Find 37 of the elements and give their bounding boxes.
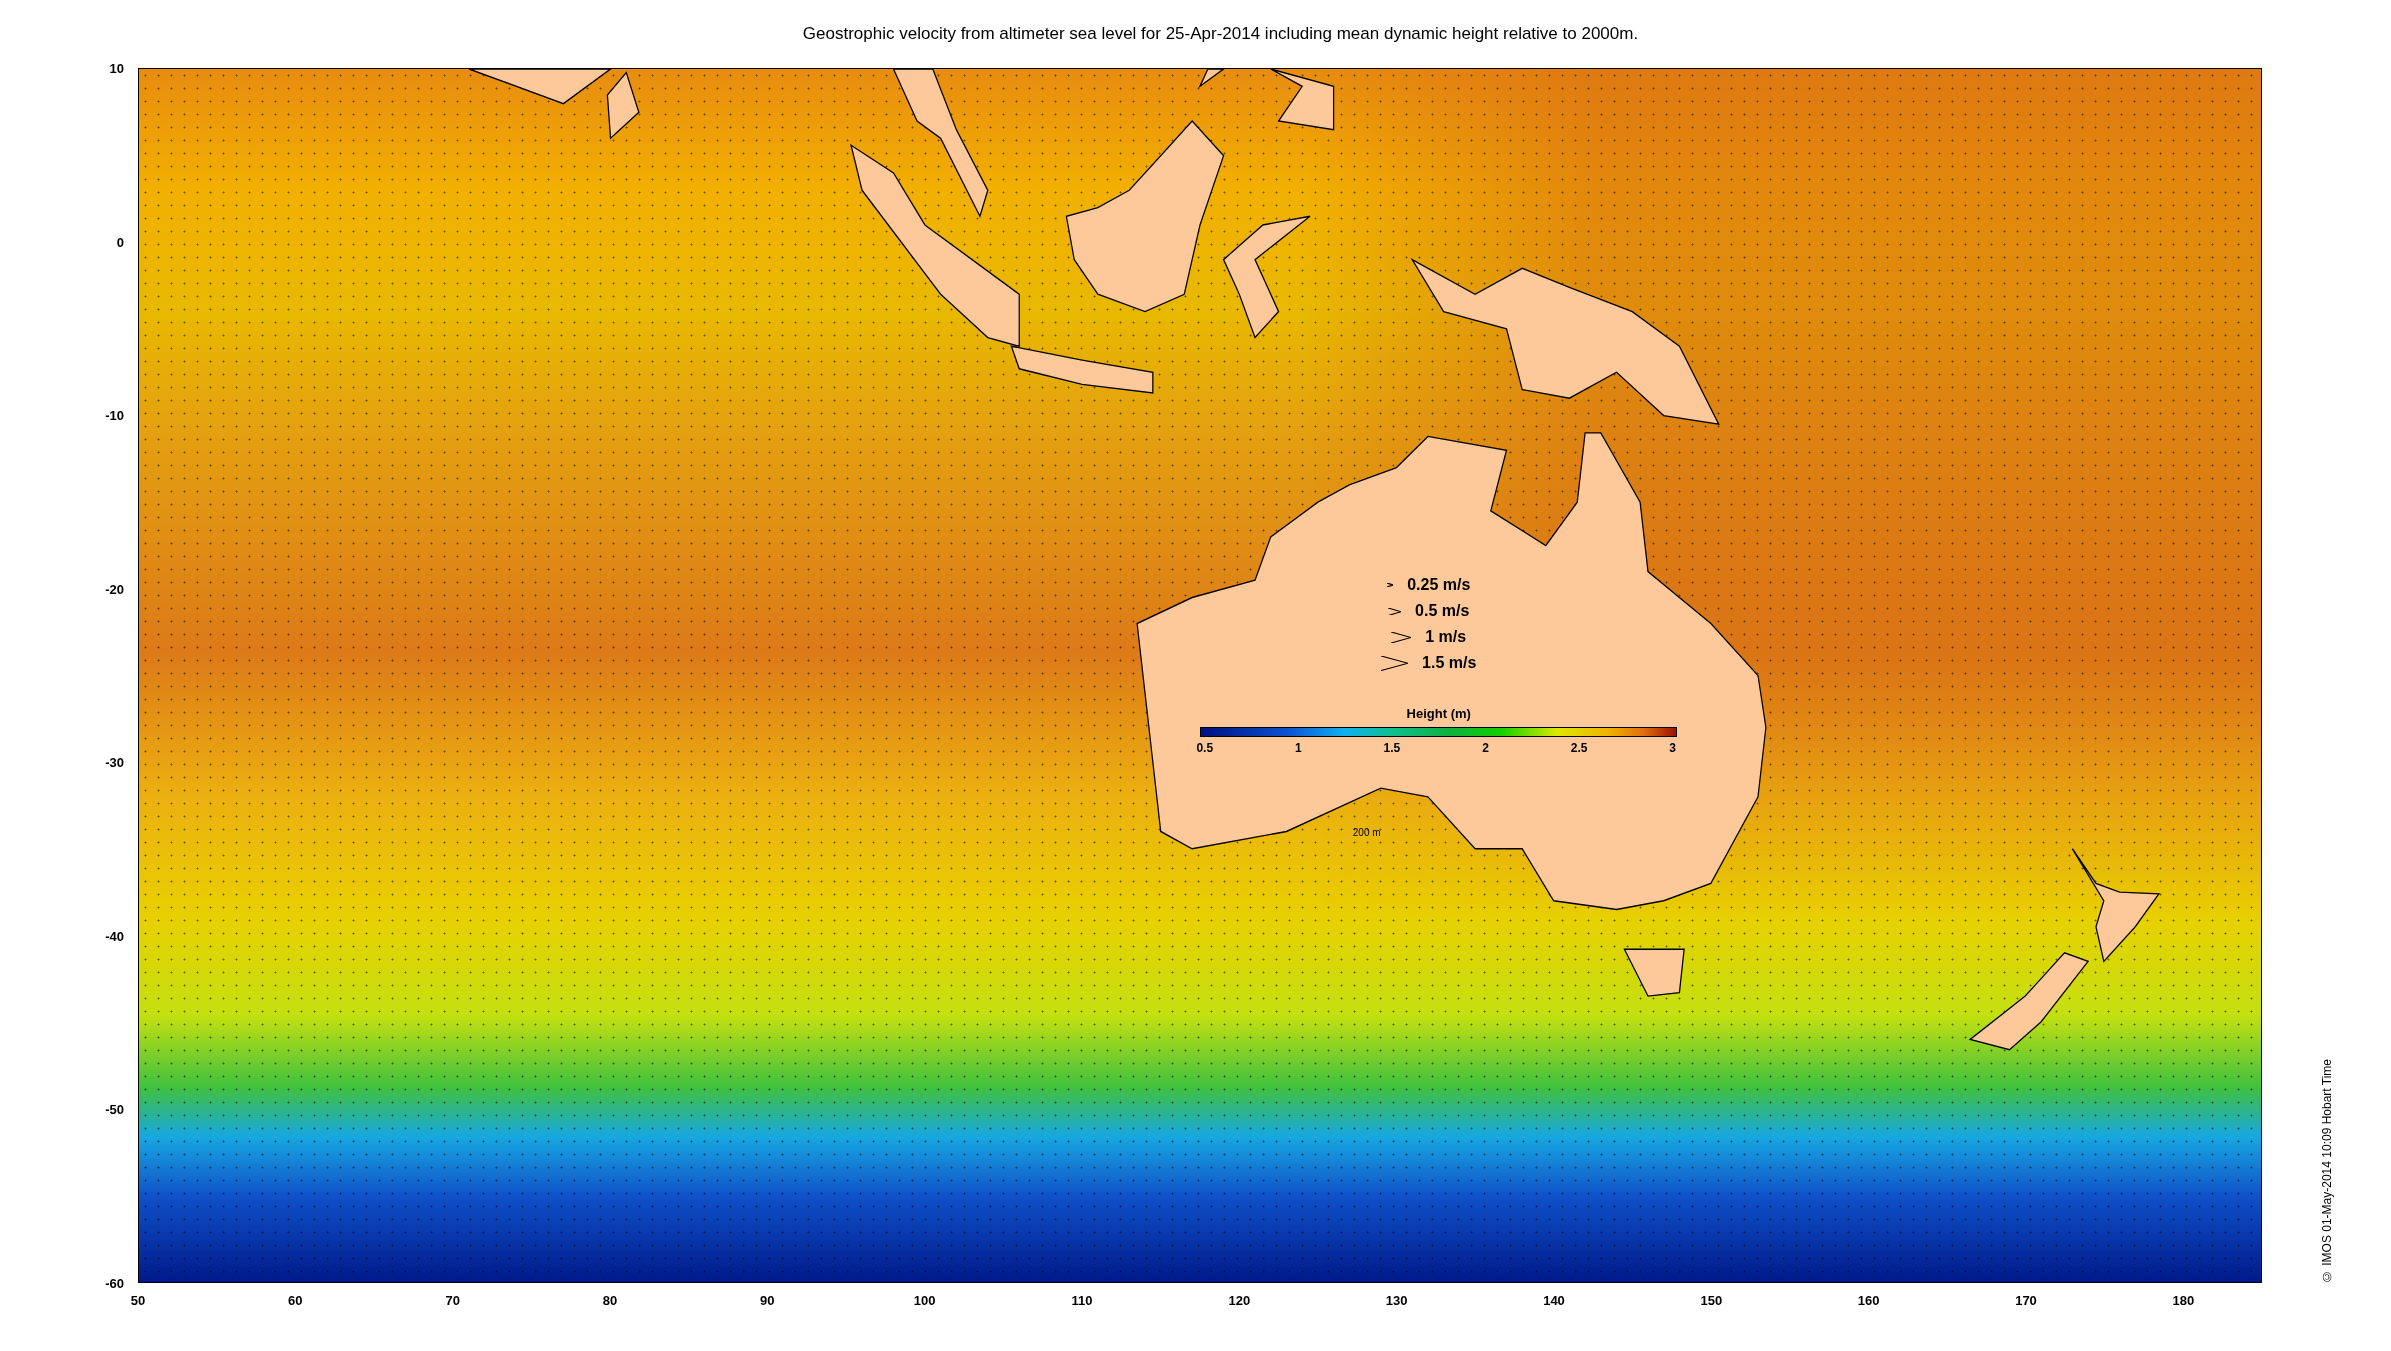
- longitude-label: 130: [1385, 1293, 1408, 1308]
- scale-tick-label: 0.5: [1196, 741, 1214, 756]
- latitude-label: 10: [109, 60, 124, 76]
- longitude-label: 80: [602, 1293, 618, 1308]
- speed-label: 0.25 m/s: [1407, 576, 1471, 595]
- longitude-label: 170: [2015, 1293, 2037, 1308]
- speed-label: 0.5 m/s: [1415, 602, 1470, 621]
- scale-tick-label: 2.5: [1570, 741, 1588, 756]
- longitude-label: 90: [760, 1293, 775, 1308]
- longitude-label: 140: [1543, 1293, 1565, 1308]
- scale-tick-label: 2: [1482, 741, 1489, 756]
- longitude-label: 70: [445, 1293, 460, 1308]
- latitude-label: 0: [116, 234, 124, 250]
- longitude-label: 180: [2172, 1293, 2195, 1308]
- longitude-label: 60: [288, 1293, 303, 1308]
- longitude-label: 110: [1071, 1293, 1093, 1308]
- longitude-label: 50: [130, 1293, 146, 1308]
- longitude-label: 120: [1228, 1293, 1251, 1308]
- latitude-label: -60: [105, 1275, 124, 1291]
- longitude-label: 100: [913, 1293, 936, 1308]
- scale-tick-label: 1: [1295, 741, 1302, 756]
- landmass-drawing: [1623, 948, 1685, 997]
- longitude-label: 150: [1700, 1293, 1723, 1308]
- scale-tick-label: 1.5: [1383, 741, 1401, 756]
- credit-text: © IMOS 01-May-2014 10:09 Hobart Time: [2319, 1058, 2334, 1283]
- latitude-label: -30: [105, 754, 124, 770]
- latitude-label: -40: [105, 928, 124, 944]
- contour-label: 200 m: [1352, 827, 1381, 839]
- colorbar-title: Height (m): [1406, 706, 1471, 722]
- chart-title: Geostrophic velocity from altimeter sea level for 25-Apr-2014 including mean dynamic height relative to 2000m.: [801, 23, 1640, 45]
- latitude-label: -50: [105, 1101, 124, 1117]
- speed-label: 1.5 m/s: [1422, 654, 1477, 673]
- speed-label: 1 m/s: [1425, 628, 1467, 647]
- scale-tick-label: 3: [1669, 741, 1676, 756]
- longitude-label: 160: [1857, 1293, 1880, 1308]
- latitude-label: -10: [105, 407, 124, 423]
- latitude-label: -20: [105, 581, 124, 597]
